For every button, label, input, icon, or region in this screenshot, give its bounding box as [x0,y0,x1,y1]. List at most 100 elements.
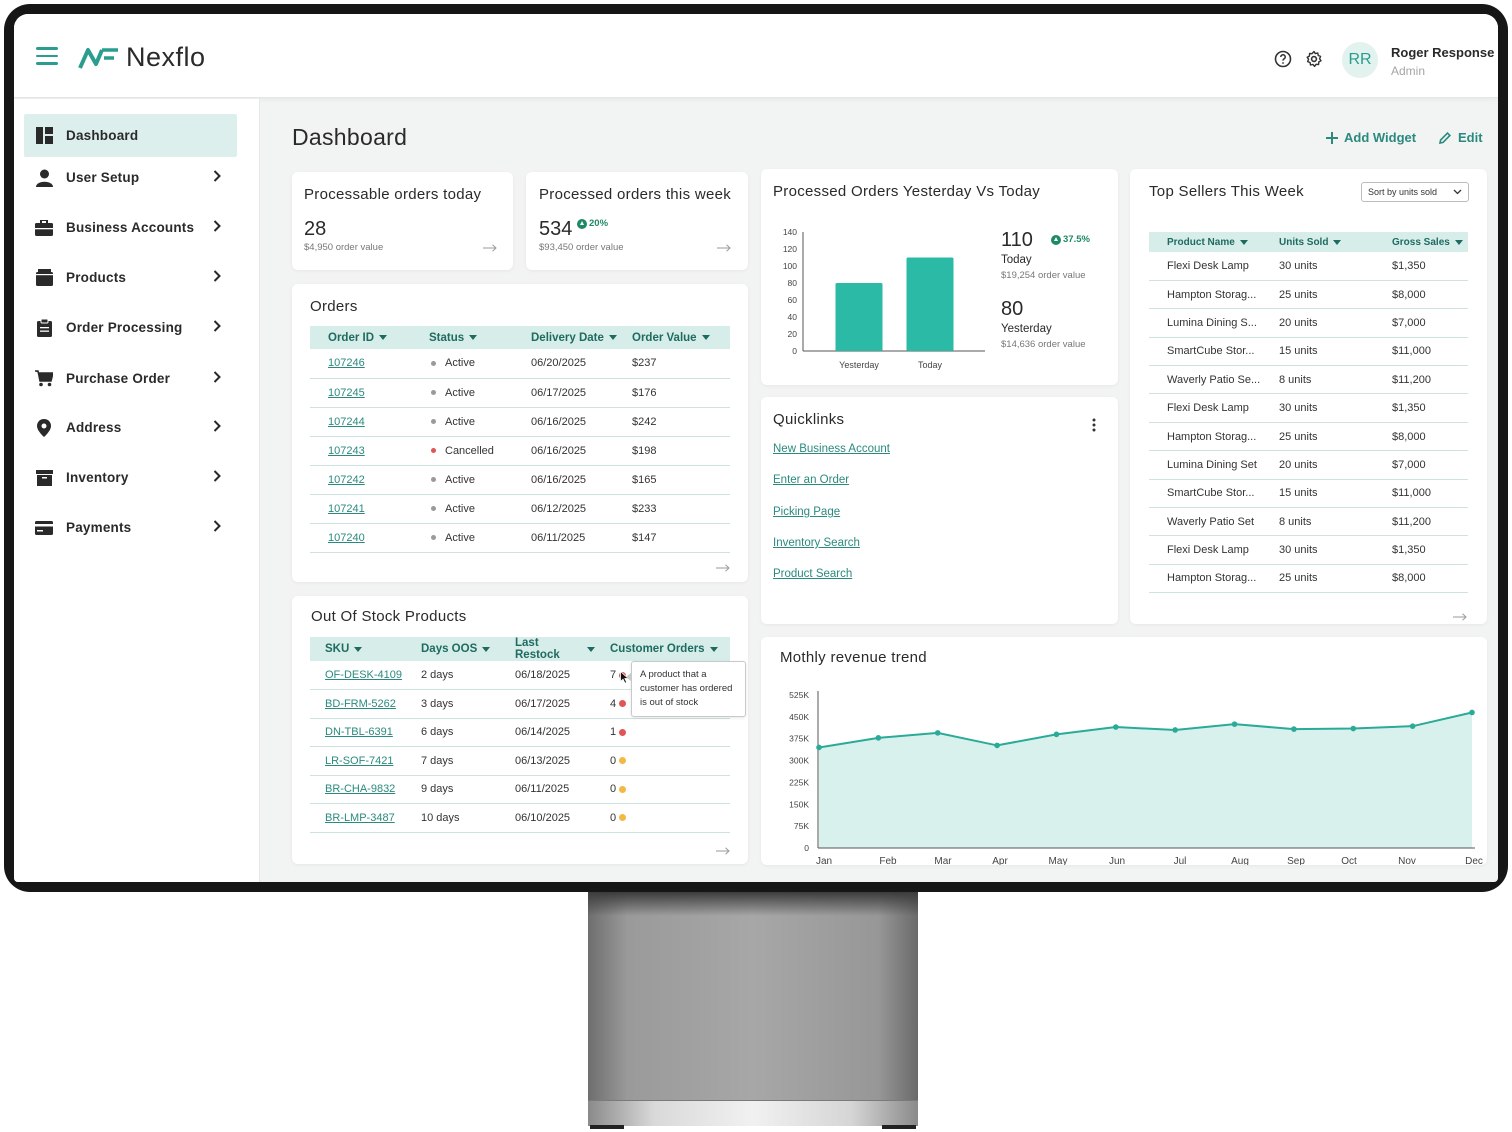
sidebar-item-products[interactable]: Products [24,256,237,299]
quicklink-new-business-account[interactable]: New Business Account [773,443,890,455]
arrow-right-icon[interactable] [717,244,731,252]
arrow-right-icon[interactable] [1453,613,1467,621]
status-cell: Cancelled [429,436,531,466]
column-header-days-oos[interactable]: Days OOS [405,637,500,661]
column-header-last-restock[interactable]: Last Restock [500,637,595,661]
sidebar-item-dashboard[interactable]: Dashboard [24,114,237,157]
change-value: 37.5% [1063,234,1090,245]
quicklink-product-search[interactable]: Product Search [773,568,852,580]
user-name[interactable]: Roger Response [1391,45,1494,60]
table-row[interactable]: Flexi Desk Lamp 30 units $1,350 [1149,393,1468,423]
quicklink-enter-order[interactable]: Enter an Order [773,474,849,486]
table-row[interactable]: 107241 Active 06/12/2025 $233 [310,494,730,524]
table-row[interactable]: Lumina Dining Set 20 units $7,000 [1149,450,1468,480]
sku-cell-text[interactable]: OF-DESK-4109 [325,669,402,681]
table-row[interactable]: Waverly Patio Set 8 units $11,200 [1149,507,1468,537]
sidebar-item-business-accounts[interactable]: Business Accounts [24,206,237,249]
order-id-cell-text[interactable]: 107244 [328,416,365,428]
sku-cell-text[interactable]: DN-TBL-6391 [325,726,393,738]
sku-cell-text[interactable]: BR-LMP-3487 [325,812,395,824]
table-row[interactable]: Hampton Storag... 25 units $8,000 [1149,564,1468,594]
table-row[interactable]: Hampton Storag... 25 units $8,000 [1149,422,1468,452]
order-id-cell-text[interactable]: 107240 [328,532,365,544]
order-id-cell-text[interactable]: 107241 [328,503,365,515]
column-header-sku[interactable]: SKU [310,637,405,661]
column-header-units-sold[interactable]: Units Sold [1261,232,1373,252]
table-row[interactable]: Waverly Patio Se... 8 units $11,200 [1149,365,1468,395]
sidebar-item-inventory[interactable]: Inventory [24,456,237,499]
column-header-customer-orders[interactable]: Customer Orders [595,637,730,661]
edit-button[interactable]: Edit [1439,130,1483,145]
card-title: Orders [310,298,358,315]
table-row[interactable]: 107243 Cancelled 06/16/2025 $198 [310,436,730,466]
order-id-cell-text[interactable]: 107246 [328,357,365,369]
quicklink-inventory-search[interactable]: Inventory Search [773,537,860,549]
arrow-right-icon[interactable] [716,847,730,855]
x-tick-label: Feb [879,856,897,865]
table-row[interactable]: SmartCube Stor... 15 units $11,000 [1149,479,1468,509]
sidebar-item-address[interactable]: Address [24,406,237,449]
order-id-cell-text[interactable]: 107245 [328,387,365,399]
more-options-icon[interactable] [1092,418,1096,432]
sidebar-item-order-processing[interactable]: Order Processing [24,306,237,349]
table-row[interactable]: BR-LMP-3487 10 days 06/10/2025 0 [310,803,730,833]
hamburger-menu-icon[interactable] [36,47,58,65]
table-row[interactable]: SmartCube Stor... 15 units $11,000 [1149,337,1468,367]
stock-alert-dot-icon[interactable] [619,814,627,822]
sort-dropdown[interactable]: Sort by units sold [1361,182,1469,202]
y-tick-label: 20 [788,329,798,339]
arrow-right-icon[interactable] [483,244,497,252]
column-header-delivery-date[interactable]: Delivery Date [531,326,632,349]
sku-cell-text[interactable]: LR-SOF-7421 [325,755,393,767]
column-header-status[interactable]: Status [429,326,531,349]
days-oos-cell: 3 days [405,689,500,719]
stock-alert-dot-icon[interactable] [619,785,627,793]
table-row[interactable]: Flexi Desk Lamp 30 units $1,350 [1149,252,1468,281]
table-row[interactable]: 107244 Active 06/16/2025 $242 [310,407,730,437]
table-row[interactable]: 107246 Active 06/20/2025 $237 [310,349,730,379]
sidebar-item-user-setup[interactable]: User Setup [24,156,237,199]
sku-cell: DN-TBL-6391 [310,718,405,747]
settings-gear-icon[interactable] [1305,50,1323,68]
order-value-cell: $242 [632,407,730,437]
table-row[interactable]: Hampton Storag... 25 units $8,000 [1149,280,1468,310]
monitor-stand-foot [882,1125,916,1129]
stock-alert-dot-icon[interactable] [619,757,627,765]
delivery-date-cell: 06/20/2025 [531,349,632,379]
column-header-product-name[interactable]: Product Name [1149,232,1261,252]
column-header-order-id[interactable]: Order ID [310,326,429,349]
table-row[interactable]: DN-TBL-6391 6 days 06/14/2025 1 [310,718,730,747]
table-row[interactable]: 107240 Active 06/11/2025 $147 [310,523,730,553]
table-row[interactable]: 107242 Active 06/16/2025 $165 [310,465,730,495]
stock-alert-dot-icon[interactable] [619,700,627,708]
sku-cell-text[interactable]: BR-CHA-9832 [325,783,395,795]
table-row[interactable]: Flexi Desk Lamp 30 units $1,350 [1149,535,1468,565]
table-header-row: SKU Days OOS Last Restock Customer Order… [310,637,730,661]
user-avatar[interactable]: RR [1342,42,1378,78]
table-row[interactable]: Lumina Dining S... 20 units $7,000 [1149,308,1468,338]
column-label: Days OOS [421,643,478,655]
sidebar-item-purchase-order[interactable]: Purchase Order [24,357,237,400]
column-header-order-value[interactable]: Order Value [632,326,730,349]
monitor-bezel: Nexflo RR Roger Response Admin Dashboard… [4,4,1508,892]
y-tick-label: 450K [789,712,809,722]
table-row[interactable]: 107245 Active 06/17/2025 $176 [310,378,730,408]
sidebar-item-payments[interactable]: Payments [24,506,237,549]
arrow-right-icon[interactable] [716,564,730,572]
column-header-gross-sales[interactable]: Gross Sales [1373,232,1468,252]
order-id-cell-text[interactable]: 107243 [328,445,365,457]
table-row[interactable]: LR-SOF-7421 7 days 06/13/2025 0 [310,746,730,776]
order-value-cell-text: $147 [632,531,657,544]
days-oos-cell-text: 10 days [421,811,460,824]
help-icon[interactable] [1274,50,1292,68]
quicklink-picking-page[interactable]: Picking Page [773,506,840,518]
table-row[interactable]: BR-CHA-9832 9 days 06/11/2025 0 [310,775,730,804]
brand-logo[interactable]: Nexflo [78,42,206,73]
order-id-cell-text[interactable]: 107242 [328,474,365,486]
sku-cell-text[interactable]: BD-FRM-5262 [325,698,396,710]
sort-dropdown-value: Sort by units sold [1368,187,1438,197]
add-widget-button[interactable]: Add Widget [1326,130,1416,145]
stock-alert-dot-icon[interactable] [619,728,627,736]
top-sellers-table: Product Name Units Sold Gross Sales Flex… [1149,232,1468,594]
yesterday-today-bar-chart: 0 20 40 60 80 100 120 140 Yesterday Today [783,227,985,370]
